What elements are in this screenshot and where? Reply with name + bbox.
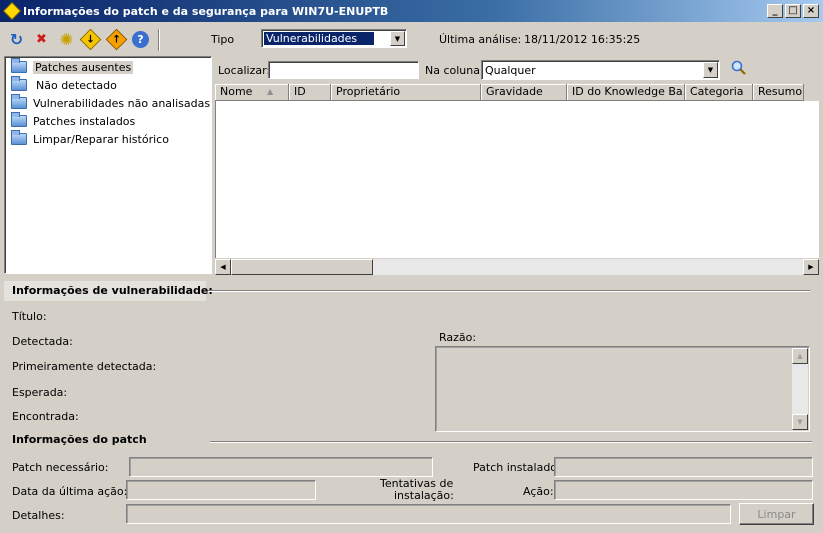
column-header-label: Nome [220, 85, 253, 98]
last-scan-label: Última análise: [439, 33, 522, 46]
category-tree: Patches ausentes Não detectado Vulnerabi… [4, 56, 212, 274]
vuln-section-title: Informações de vulnerabilidade: [12, 284, 213, 297]
refresh-icon[interactable]: ↻ [7, 30, 26, 49]
patch-divider [210, 441, 812, 443]
tree-item-label: Não detectado [36, 78, 117, 92]
close-button[interactable]: × [803, 4, 819, 18]
help-icon[interactable]: ? [132, 31, 149, 48]
last-scan-value: 18/11/2012 16:35:25 [524, 33, 641, 46]
patch-required-label: Patch necessário: [12, 461, 109, 474]
install-attempts-label-line2: instalação: [394, 489, 454, 502]
column-header-id[interactable]: ID [289, 84, 331, 101]
grid-header: Nome ▲ ID Proprietário Gravidade ID do K… [215, 84, 804, 101]
tree-item-label: Patches ausentes [33, 60, 134, 74]
vuln-title-label: Título: [12, 310, 47, 323]
patch-section-title: Informações do patch [12, 433, 147, 446]
folder-icon [11, 58, 27, 73]
folder-icon [11, 112, 27, 127]
tree-item-missing-patches[interactable]: Patches ausentes [11, 58, 134, 75]
upload-arrow-icon: ↑ [112, 33, 121, 46]
chevron-down-icon[interactable]: ▼ [390, 31, 405, 46]
last-action-date-label: Data da última ação: [12, 485, 128, 498]
reason-vertical-scrollbar[interactable]: ▲ ▼ [792, 348, 808, 430]
scrollbar-thumb[interactable] [231, 259, 373, 275]
column-header-name[interactable]: Nome ▲ [215, 84, 289, 101]
patch-required-field [129, 457, 433, 477]
column-header-kb-id[interactable]: ID do Knowledge Ba... [567, 84, 685, 101]
upload-patch-icon[interactable]: ↑ [105, 28, 128, 51]
tree-item-not-detected[interactable]: Não detectado [11, 76, 117, 93]
window-title: Informações do patch e da segurança para… [23, 4, 389, 18]
column-header-severity[interactable]: Gravidade [481, 84, 567, 101]
maximize-button[interactable]: □ [785, 4, 801, 18]
type-select-value: Vulnerabilidades [264, 32, 374, 45]
patch-installed-label: Patch instalado: [473, 461, 561, 474]
vuln-found-label: Encontrada: [12, 410, 79, 423]
vuln-detected-label: Detectada: [12, 335, 73, 348]
toolbar-separator [158, 29, 160, 51]
type-label: Tipo [211, 33, 235, 46]
column-select[interactable]: Qualquer ▼ [481, 60, 720, 80]
find-input[interactable] [268, 61, 419, 79]
results-grid[interactable] [215, 101, 819, 258]
delete-icon[interactable]: ✖ [32, 30, 51, 49]
vuln-reason-label: Razão: [439, 331, 477, 344]
tree-item-clear-repair-history[interactable]: Limpar/Reparar histórico [11, 130, 169, 147]
column-select-value: Qualquer [485, 64, 536, 77]
action-label: Ação: [523, 485, 554, 498]
folder-icon [11, 130, 27, 145]
tree-item-unscanned-vulnerabilities[interactable]: Vulnerabilidades não analisadas [11, 94, 211, 111]
patch-installed-field [554, 457, 813, 477]
folder-icon [11, 76, 27, 91]
title-bar: Informações do patch e da segurança para… [0, 0, 823, 22]
folder-icon [11, 94, 27, 109]
column-header-owner[interactable]: Proprietário [331, 84, 481, 101]
vuln-expected-label: Esperada: [12, 386, 68, 399]
download-arrow-icon: ↓ [86, 33, 95, 46]
tree-item-label: Patches instalados [33, 114, 136, 128]
action-field [554, 480, 813, 500]
scroll-up-icon[interactable]: ▲ [792, 348, 808, 364]
toolbar: ↻ ✖ ✺ ↓ ↑ ? Tipo Vulnerabilidades ▼ Últi… [0, 26, 823, 54]
details-label: Detalhes: [12, 509, 65, 522]
tree-item-label: Vulnerabilidades não analisadas [33, 96, 211, 110]
details-field [126, 504, 731, 524]
sort-ascending-icon: ▲ [267, 87, 274, 96]
clear-button[interactable]: Limpar [739, 503, 814, 525]
last-action-date-field [126, 480, 316, 500]
type-select[interactable]: Vulnerabilidades ▼ [261, 29, 407, 48]
app-icon [3, 2, 21, 20]
scroll-right-icon[interactable]: ▶ [803, 259, 819, 275]
reason-textarea[interactable]: ▲ ▼ [435, 346, 810, 432]
scan-icon[interactable]: ✺ [57, 30, 76, 49]
tree-item-installed-patches[interactable]: Patches instalados [11, 112, 136, 129]
find-label: Localizar: [218, 64, 271, 77]
search-icon[interactable] [730, 59, 748, 77]
download-patch-icon[interactable]: ↓ [79, 28, 102, 51]
vuln-divider [208, 290, 810, 292]
column-header-category[interactable]: Categoria [685, 84, 753, 101]
scroll-down-icon[interactable]: ▼ [792, 414, 808, 430]
column-label: Na coluna: [425, 64, 484, 77]
tree-item-label: Limpar/Reparar histórico [33, 132, 169, 146]
vuln-first-detected-label: Primeiramente detectada: [12, 360, 157, 373]
scroll-left-icon[interactable]: ◀ [215, 259, 231, 275]
column-header-summary[interactable]: Resumo [753, 84, 804, 101]
chevron-down-icon[interactable]: ▼ [703, 62, 718, 78]
minimize-button[interactable]: _ [767, 4, 783, 18]
horizontal-scrollbar[interactable]: ◀ ▶ [215, 259, 819, 275]
